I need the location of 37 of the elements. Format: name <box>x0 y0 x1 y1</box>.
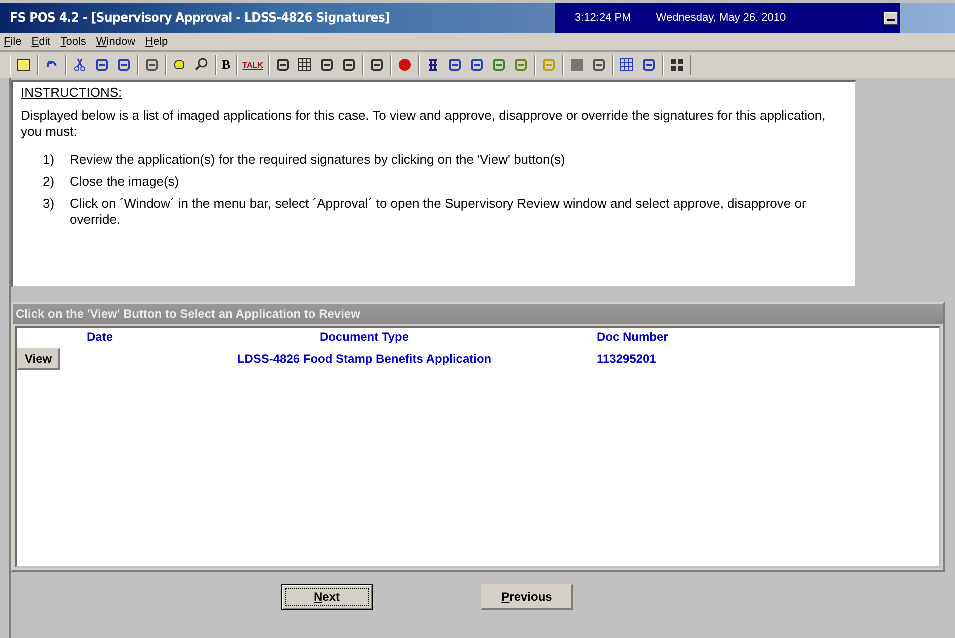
menu-item[interactable]: File <box>4 36 22 48</box>
step-number: 1) <box>43 152 56 168</box>
instructions-text: Displayed below is a list of imaged applications for this case. To view and approve, disapprove or override the signatures for this application, you must: <box>21 108 827 140</box>
clock-time: 3:12:24 PM <box>575 12 632 24</box>
next-button[interactable]: Next <box>281 584 373 610</box>
hand-icon[interactable] <box>397 57 414 73</box>
grid-icon[interactable] <box>619 57 636 73</box>
view-button[interactable]: View <box>17 348 60 370</box>
instructions-heading: INSTRUCTIONS: <box>21 85 122 100</box>
calculator-icon[interactable] <box>297 57 314 73</box>
table-cell-text: 113295201 <box>596 352 656 366</box>
minimize-icon <box>887 18 895 22</box>
column-header: Document Type <box>318 330 410 344</box>
clock-date: Wednesday, May 26, 2010 <box>656 12 786 24</box>
window-title: FS POS 4.2 - [Supervisory Approval - LDSS-4826 Signatures] <box>9 10 392 26</box>
menu-item[interactable]: Tools <box>60 36 86 48</box>
step-number: 3) <box>43 196 56 213</box>
minimize-button[interactable] <box>884 12 898 24</box>
step-number: 2) <box>43 174 56 190</box>
toolbar-button[interactable]: B <box>222 57 231 73</box>
step-text: Close the image(s) <box>70 174 180 190</box>
column-header: Date <box>86 330 114 344</box>
cut-icon[interactable] <box>72 57 88 73</box>
menu-item[interactable]: Edit <box>32 36 51 48</box>
folder-icon[interactable] <box>16 57 32 73</box>
toolbar-button[interactable]: TALK <box>242 60 264 70</box>
table-caption: Click on the 'View' Button to Select an Application to Review <box>13 304 943 324</box>
previous-button[interactable]: Previous <box>481 584 573 610</box>
menu-item[interactable]: Help <box>146 36 168 48</box>
menu-item[interactable]: Window <box>96 36 136 48</box>
step-text: Review the application(s) for the required signatures by clicking on the 'View' button(s) <box>70 152 566 168</box>
table-cell-text: LDSS-4826 Food Stamp Benefits Application <box>236 352 493 366</box>
search-icon[interactable] <box>194 57 210 73</box>
step-text: Click on ´Window´ in the menu bar, select ´Approval´ to open the Supervisory Review window and select approve, disapprove or override. <box>70 196 808 228</box>
tiles-icon[interactable] <box>669 57 686 73</box>
column-header: Doc Number <box>596 330 668 344</box>
square-icon[interactable] <box>569 57 586 73</box>
